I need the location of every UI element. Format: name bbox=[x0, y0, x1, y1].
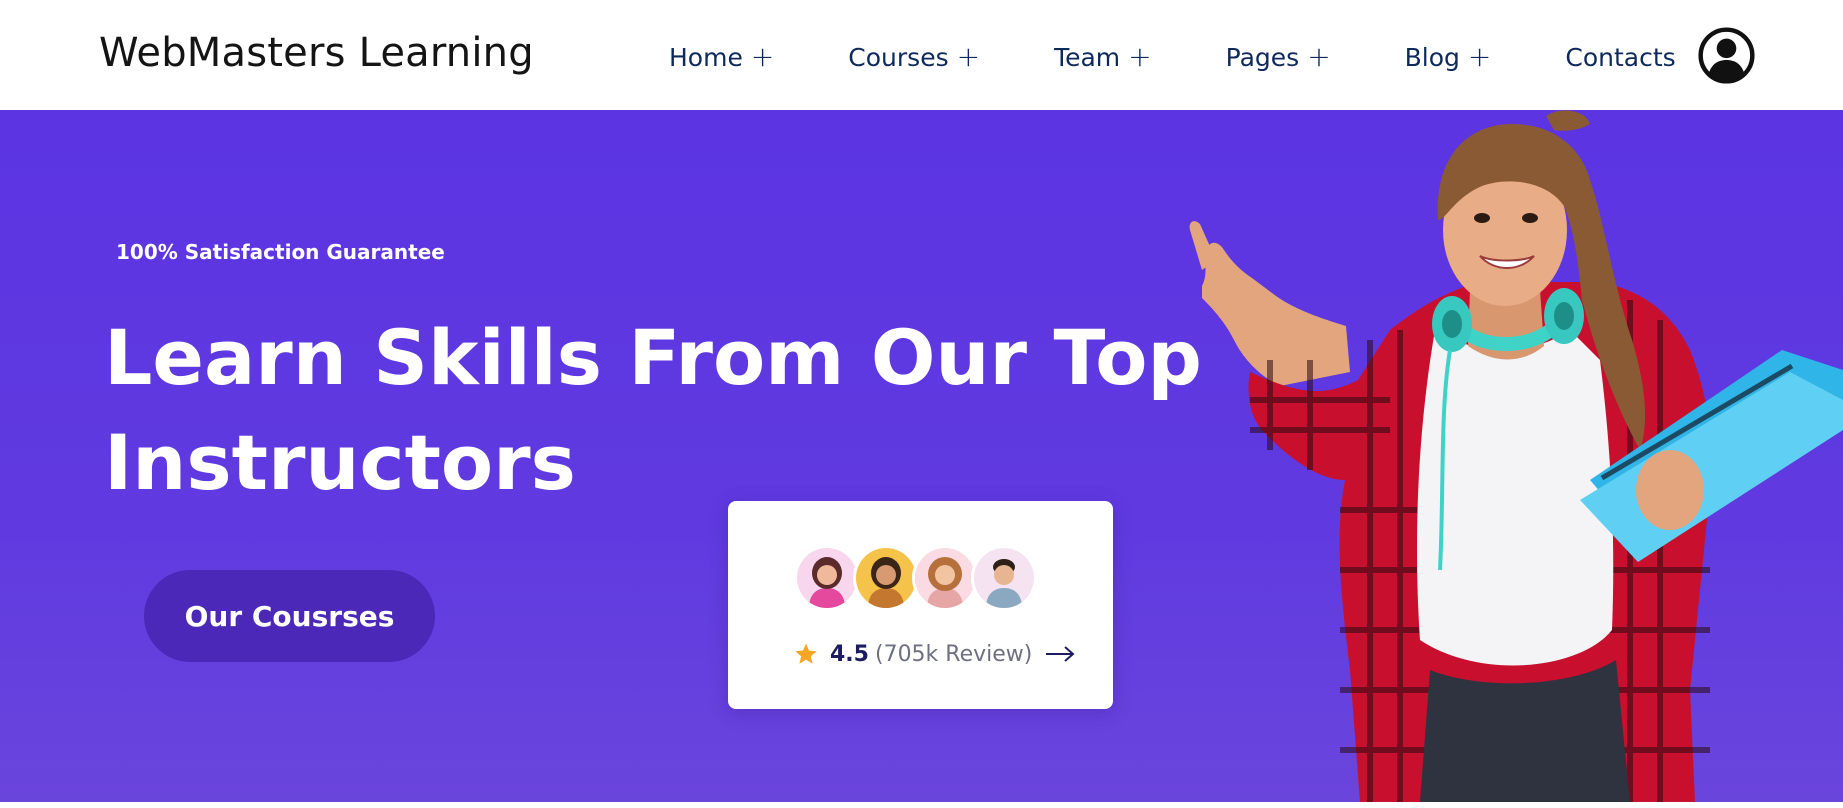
nav-item-label: Pages bbox=[1225, 42, 1300, 72]
nav-item-home[interactable]: Home + bbox=[669, 43, 774, 72]
user-circle-icon[interactable] bbox=[1698, 27, 1755, 84]
arrow-right-icon[interactable] bbox=[1044, 644, 1076, 664]
plus-icon: + bbox=[956, 40, 981, 73]
nav-item-blog[interactable]: Blog + bbox=[1405, 43, 1492, 72]
our-courses-button[interactable]: Our Cousrses bbox=[144, 570, 435, 662]
star-icon bbox=[795, 643, 817, 664]
plus-icon: + bbox=[1128, 40, 1152, 73]
hero-headline-line2: Instructors bbox=[104, 418, 576, 507]
hero-headline-line1: Learn Skills From Our Top bbox=[104, 313, 1202, 402]
hero-eyebrow: 100% Satisfaction Guarantee bbox=[116, 240, 445, 264]
plus-icon: + bbox=[1307, 40, 1331, 73]
nav-item-team[interactable]: Team + bbox=[1054, 43, 1152, 72]
nav-item-label: Team bbox=[1054, 42, 1121, 72]
nav-item-pages[interactable]: Pages + bbox=[1226, 43, 1331, 72]
nav-item-label: Contacts bbox=[1565, 42, 1676, 72]
plus-icon: + bbox=[750, 40, 775, 73]
site-header: WebMasters Learning Home + Courses + Tea… bbox=[0, 0, 1843, 110]
avatar bbox=[853, 545, 919, 611]
nav-item-label: Blog bbox=[1404, 42, 1460, 72]
nav-item-label: Courses bbox=[848, 42, 949, 72]
hero-section: 100% Satisfaction Guarantee Learn Skills… bbox=[0, 110, 1843, 802]
avatar bbox=[912, 545, 978, 611]
avatar bbox=[971, 545, 1037, 611]
review-count: (705k Review) bbox=[874, 641, 1033, 667]
avatar bbox=[794, 545, 860, 611]
rating-score: 4.5 bbox=[830, 641, 869, 667]
hero-headline: Learn Skills From Our Top Instructors bbox=[104, 305, 1224, 515]
nav-item-contacts[interactable]: Contacts bbox=[1565, 43, 1675, 72]
main-nav: Home + Courses + Team + Pages + Blog + C… bbox=[669, 40, 1676, 74]
student-photo bbox=[1189, 110, 1843, 802]
plus-icon: + bbox=[1467, 40, 1492, 73]
rating-row: 4.5 (705k Review) bbox=[794, 639, 1076, 669]
review-card: 4.5 (705k Review) bbox=[728, 501, 1113, 709]
brand-logo[interactable]: WebMasters Learning bbox=[99, 30, 534, 76]
nav-item-label: Home bbox=[669, 42, 743, 72]
bottom-band bbox=[0, 802, 1843, 808]
nav-item-courses[interactable]: Courses + bbox=[848, 43, 980, 72]
reviewer-avatars bbox=[794, 545, 1037, 613]
